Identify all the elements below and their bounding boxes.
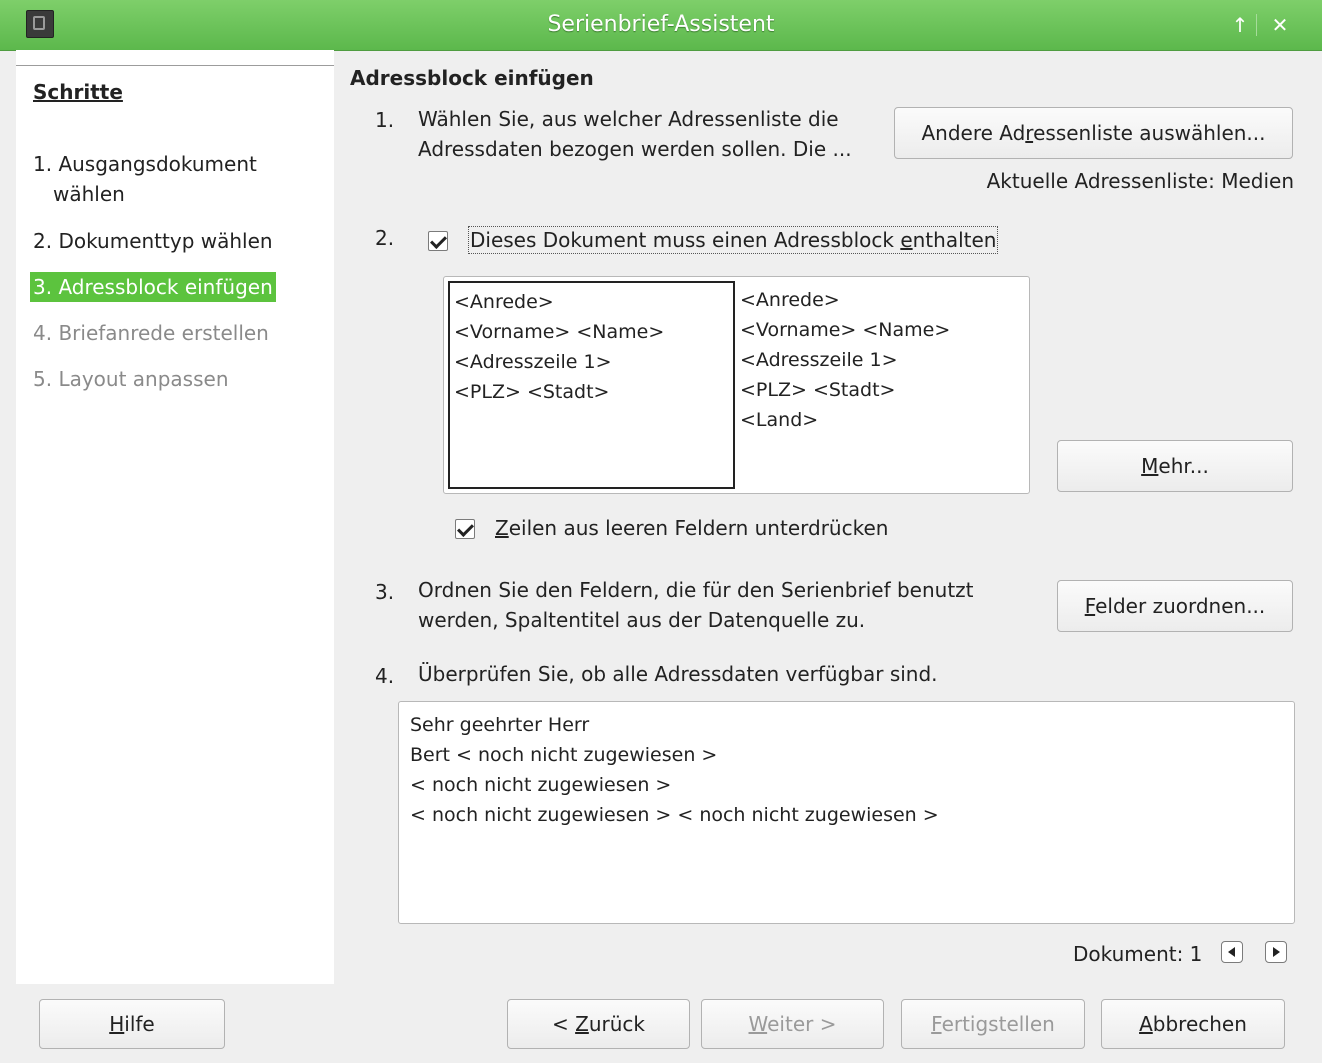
mnemonic: e: [900, 228, 913, 252]
button-label: Andere Ad: [921, 121, 1026, 145]
address-block-checkbox[interactable]: [428, 231, 448, 251]
titlebar-separator: [1256, 14, 1257, 36]
title-bar: Serienbrief-Assistent ↑ ✕: [0, 0, 1322, 51]
mnemonic: F: [1084, 594, 1096, 618]
back-button[interactable]: < Zurück: [507, 999, 690, 1049]
select-address-list-button[interactable]: Andere Adressenliste auswählen...: [894, 107, 1293, 159]
address-line: <Vorname> <Name>: [740, 319, 951, 341]
button-label: essenliste auswählen...: [1033, 121, 1266, 145]
address-line: <PLZ> <Stadt>: [740, 379, 896, 401]
steps-sidebar: Schritte 1. Ausgangsdokument wählen 2. D…: [16, 50, 334, 984]
section-heading: Adressblock einfügen: [350, 66, 594, 90]
button-label: ertigstellen: [941, 1012, 1055, 1036]
sidebar-divider: [16, 65, 334, 66]
step-number: 2.: [375, 226, 395, 250]
step1-text-line1: Wählen Sie, aus welcher Adressenliste di…: [418, 107, 839, 131]
address-line: <Adresszeile 1>: [740, 349, 898, 371]
steps-heading: Schritte: [33, 80, 123, 104]
button-label: elder zuordnen...: [1095, 594, 1266, 618]
arrow-left-icon: [1228, 947, 1235, 957]
step1-description: Wählen Sie, aus welcher Adressenliste di…: [418, 104, 852, 164]
sidebar-step-2[interactable]: 2. Dokumenttyp wählen: [33, 226, 273, 256]
step1-text-line2: Adressdaten bezogen werden sollen. Die .…: [418, 137, 852, 161]
button-label: ehr...: [1158, 454, 1209, 478]
suppress-empty-checkbox-label[interactable]: Zeilen aus leeren Feldern unterdrücken: [495, 516, 888, 540]
address-block-option-selected[interactable]: <Anrede> <Vorname> <Name> <Adresszeile 1…: [448, 281, 735, 489]
arrow-right-icon: [1273, 947, 1280, 957]
sidebar-step-label: 1. Ausgangsdokument: [33, 152, 257, 176]
mnemonic: A: [1139, 1012, 1153, 1036]
address-line: <Land>: [740, 409, 819, 431]
preview-line: Sehr geehrter Herr: [410, 714, 590, 736]
label-text: Dieses Dokument muss einen Adressblock: [470, 228, 901, 252]
button-label: urück: [588, 1012, 645, 1036]
address-block-option-2[interactable]: <Anrede> <Vorname> <Name> <Adresszeile 1…: [740, 285, 950, 435]
label-text: nthalten: [912, 228, 997, 252]
address-line: <Adresszeile 1>: [454, 351, 612, 373]
sidebar-step-3[interactable]: 3. Adressblock einfügen: [30, 272, 276, 302]
label-text: eilen aus leeren Feldern unterdrücken: [508, 516, 889, 540]
step-number: 1.: [375, 108, 395, 132]
sidebar-step-1[interactable]: 1. Ausgangsdokument wählen: [33, 149, 257, 209]
step-number: 3.: [375, 580, 395, 604]
step3-description: Ordnen Sie den Feldern, die für den Seri…: [418, 575, 974, 635]
step-number: 4.: [375, 664, 395, 688]
address-line: <Anrede>: [454, 291, 554, 313]
address-line: <Anrede>: [740, 289, 840, 311]
preview-line: < noch nicht zugewiesen > < noch nicht z…: [410, 804, 939, 826]
mnemonic: W: [748, 1012, 768, 1036]
sidebar-step-label-cont: wählen: [53, 182, 125, 206]
step4-description: Überprüfen Sie, ob alle Adressdaten verf…: [418, 662, 938, 686]
cancel-button[interactable]: Abbrechen: [1101, 999, 1285, 1049]
previous-document-button[interactable]: [1221, 941, 1243, 963]
suppress-empty-checkbox[interactable]: [455, 519, 475, 539]
mnemonic: H: [109, 1012, 125, 1036]
address-preview-textarea[interactable]: Sehr geehrter Herr Bert < noch nicht zug…: [398, 701, 1295, 924]
current-address-list: Aktuelle Adressenliste: Medien: [986, 169, 1294, 193]
address-block-checkbox-label[interactable]: Dieses Dokument muss einen Adressblock e…: [467, 226, 999, 254]
mnemonic: Z: [575, 1012, 589, 1036]
sidebar-step-5[interactable]: 5. Layout anpassen: [33, 364, 229, 394]
match-fields-button[interactable]: Felder zuordnen...: [1057, 580, 1293, 632]
preview-line: Bert < noch nicht zugewiesen >: [410, 744, 718, 766]
step3-text-line1: Ordnen Sie den Feldern, die für den Seri…: [418, 578, 974, 602]
more-button[interactable]: Mehr...: [1057, 440, 1293, 492]
button-label: ilfe: [124, 1012, 155, 1036]
close-button[interactable]: ✕: [1266, 12, 1294, 38]
maximize-button[interactable]: ↑: [1226, 12, 1254, 38]
address-line: <Vorname> <Name>: [454, 321, 665, 343]
preview-line: < noch nicht zugewiesen >: [410, 774, 672, 796]
address-line: <PLZ> <Stadt>: [454, 381, 610, 403]
next-document-button[interactable]: [1265, 941, 1287, 963]
button-label: eiter >: [767, 1012, 837, 1036]
sidebar-step-4[interactable]: 4. Briefanrede erstellen: [33, 318, 269, 348]
step3-text-line2: werden, Spaltentitel aus der Datenquelle…: [418, 608, 866, 632]
document-counter: Dokument: 1: [1073, 942, 1203, 966]
mnemonic: r: [1025, 121, 1034, 145]
mnemonic: Z: [495, 516, 509, 540]
help-button[interactable]: Hilfe: [39, 999, 225, 1049]
next-button[interactable]: Weiter >: [701, 999, 884, 1049]
mnemonic: F: [931, 1012, 942, 1036]
button-label: bbrechen: [1152, 1012, 1247, 1036]
window-title: Serienbrief-Assistent: [547, 12, 775, 37]
finish-button[interactable]: Fertigstellen: [901, 999, 1085, 1049]
mnemonic: M: [1141, 454, 1159, 478]
button-label: <: [552, 1012, 576, 1036]
